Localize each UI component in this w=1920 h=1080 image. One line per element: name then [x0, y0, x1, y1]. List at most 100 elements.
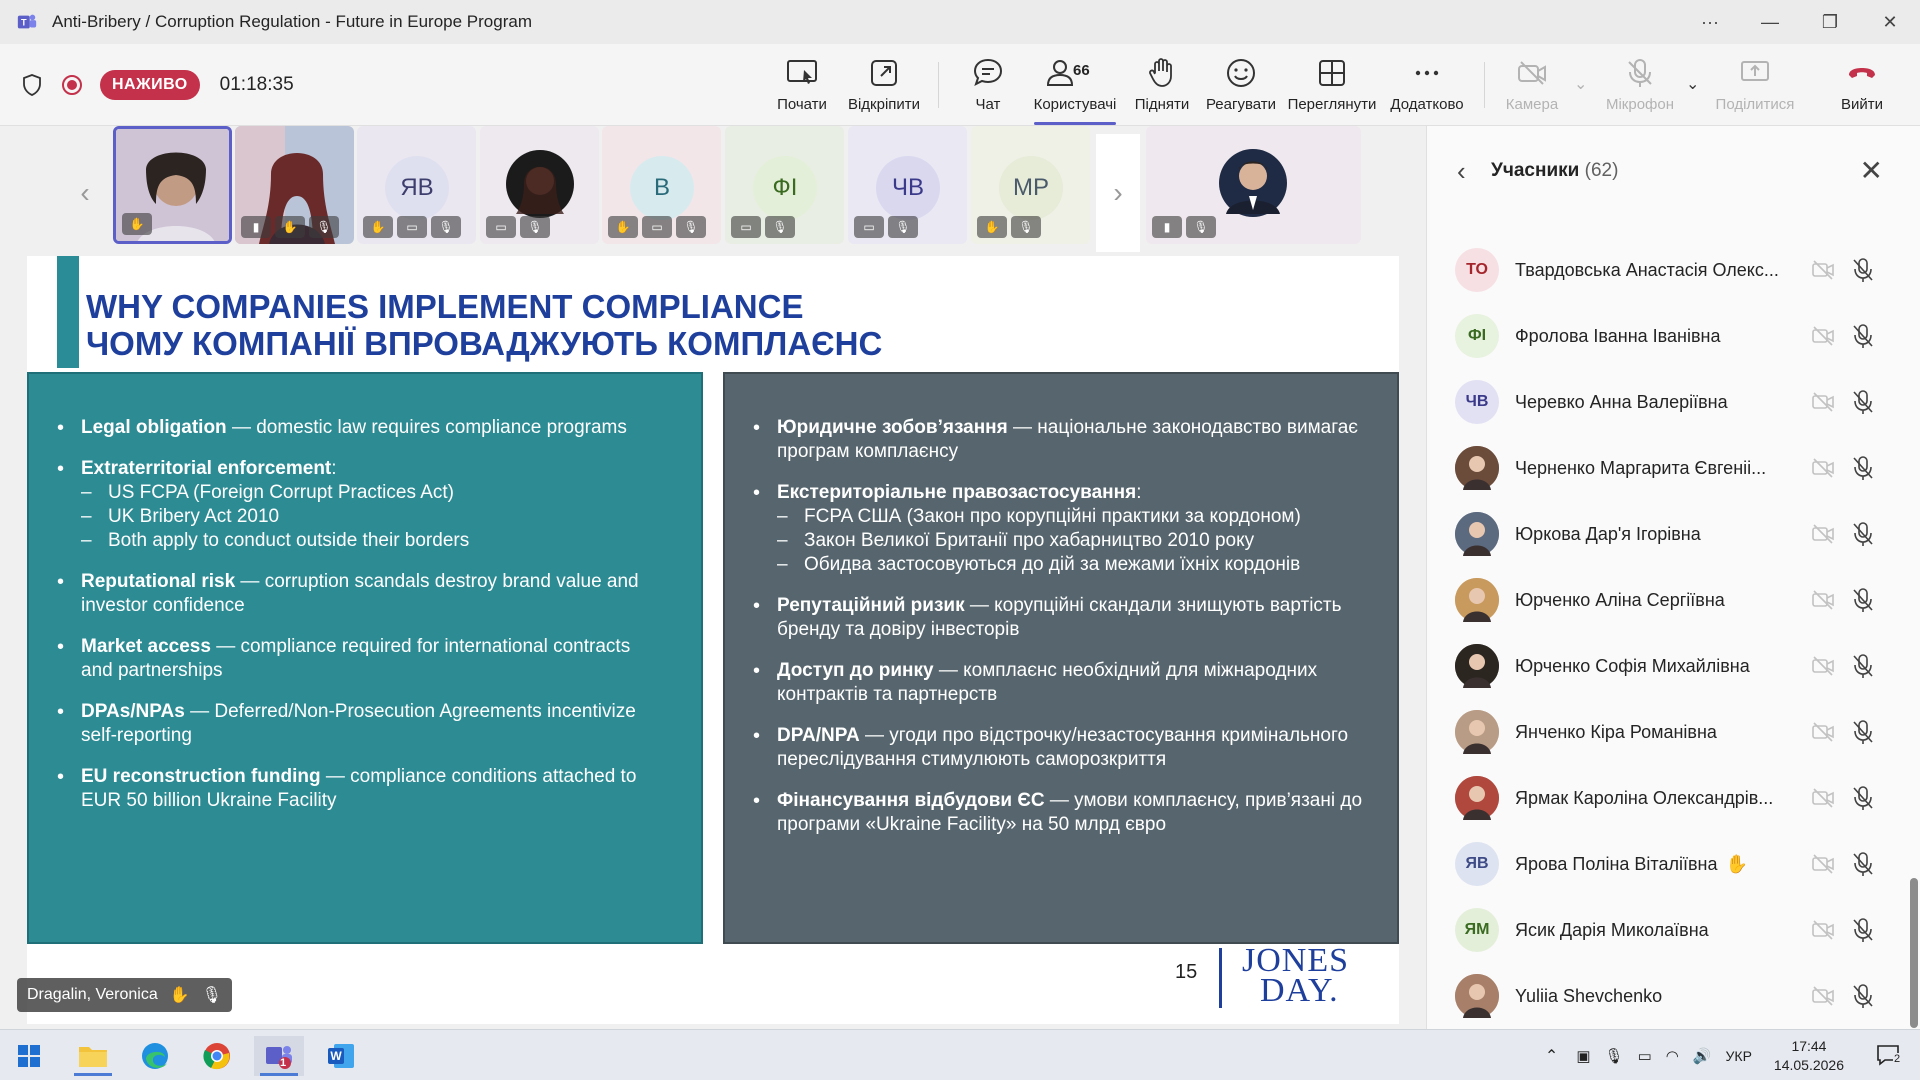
- participant-name: Ясик Дарія Миколаївна: [1515, 919, 1709, 940]
- avatar: ТО: [1455, 248, 1499, 292]
- video-thumbnail[interactable]: ▭ 🎙: [480, 126, 599, 244]
- chat-button[interactable]: Чат: [938, 56, 1038, 113]
- participant-row[interactable]: Юркова Дар'я Ігорівна: [1427, 501, 1907, 567]
- mic-tray-icon[interactable]: 🎙: [1605, 1047, 1624, 1065]
- shield-icon[interactable]: [20, 73, 44, 97]
- mic-off-icon[interactable]: [1851, 389, 1875, 415]
- word-button[interactable]: W: [316, 1036, 366, 1076]
- mic-options-chevron-icon[interactable]: ⌄: [1686, 74, 1699, 94]
- more-button[interactable]: Додатково: [1377, 56, 1477, 113]
- mic-off-icon[interactable]: [1851, 917, 1875, 943]
- hand-icon: ✋: [363, 216, 393, 238]
- present-icon: [787, 60, 817, 84]
- mic-off-icon[interactable]: [1851, 455, 1875, 481]
- edge-icon: [142, 1043, 168, 1069]
- participant-row[interactable]: ЯВ Ярова Поліна Віталіївна ✋: [1427, 831, 1907, 897]
- slide-panel-ukrainian: Юридичне зобов’язання — національне зако…: [723, 372, 1399, 944]
- wifi-icon[interactable]: ◠: [1666, 1047, 1679, 1065]
- mic-off-icon[interactable]: [1851, 719, 1875, 745]
- participant-row[interactable]: Янченко Кіра Романівна: [1427, 699, 1907, 765]
- participants-panel: ‹ Учасники (62) ✕ ТО Твардовська Анастасі…: [1426, 126, 1920, 1029]
- thumb-prev-button[interactable]: ‹: [63, 134, 107, 252]
- battery-icon[interactable]: ▭: [1638, 1047, 1652, 1065]
- mic-off-icon[interactable]: [1851, 983, 1875, 1009]
- participant-row[interactable]: ТО Твардовська Анастасія Олекс...: [1427, 237, 1907, 303]
- hand-icon: ✋: [977, 216, 1007, 238]
- video-thumbnail[interactable]: ЯВ ✋ ▭ 🎙: [357, 126, 476, 244]
- mic-off-icon[interactable]: [1851, 323, 1875, 349]
- video-thumbnail[interactable]: В ✋ ▭ 🎙: [602, 126, 721, 244]
- participant-row[interactable]: Юрченко Софія Михайлівна: [1427, 633, 1907, 699]
- slide-sub-bullet: Закон Великої Британії про хабарництво 2…: [777, 529, 1363, 553]
- video-thumbnail[interactable]: МР ✋ 🎙: [971, 126, 1090, 244]
- start-menu-button[interactable]: [4, 1036, 54, 1076]
- mic-off-icon: 🎙: [1186, 216, 1216, 238]
- close-window-button[interactable]: ✕: [1860, 12, 1920, 33]
- participant-name: Твардовська Анастасія Олекс...: [1515, 259, 1779, 280]
- camera-off-icon: [1812, 788, 1834, 808]
- file-explorer-button[interactable]: [68, 1036, 118, 1076]
- mic-off-icon[interactable]: [1851, 521, 1875, 547]
- restore-button[interactable]: ❐: [1800, 12, 1860, 33]
- recording-icon[interactable]: [60, 73, 84, 97]
- participant-row[interactable]: Черненко Маргарита Євгеніі...: [1427, 435, 1907, 501]
- microphone-button[interactable]: Мікрофон: [1590, 56, 1690, 113]
- participant-name: Фролова Іванна Іванівна: [1515, 325, 1721, 346]
- mic-off-icon[interactable]: [1851, 851, 1875, 877]
- speaker-name: Dragalin, Veronica: [27, 986, 158, 1003]
- view-button[interactable]: Переглянути: [1282, 56, 1382, 113]
- participant-initials: МР: [999, 156, 1063, 220]
- close-panel-icon[interactable]: ✕: [1860, 154, 1883, 187]
- chrome-icon: [203, 1043, 230, 1070]
- minimize-button[interactable]: —: [1740, 12, 1800, 33]
- edge-browser-button[interactable]: [130, 1036, 180, 1076]
- participant-row[interactable]: Yuliia Shevchenko: [1427, 963, 1907, 1029]
- mic-off-icon[interactable]: [1851, 257, 1875, 283]
- clock[interactable]: 17:44 14.05.2026: [1774, 1037, 1844, 1075]
- participant-row[interactable]: ФІ Фролова Іванна Іванівна: [1427, 303, 1907, 369]
- meeting-stage: ‹ ✋ ▮ ✋ 🎙 ЯВ ✋ ▭ 🎙 ▭ 🎙 В ✋ ▭ 🎙 ФІ ▭ 🎙 ЧВ…: [0, 126, 1426, 1029]
- mic-off-icon[interactable]: [1851, 785, 1875, 811]
- teams-taskbar-button[interactable]: 1: [254, 1036, 304, 1076]
- volume-icon[interactable]: 🔊: [1693, 1047, 1712, 1065]
- tray-chevron-icon[interactable]: ⌃: [1545, 1046, 1558, 1066]
- mic-off-icon: 🎙: [1011, 216, 1041, 238]
- people-button[interactable]: 66 Користувачі: [1025, 56, 1125, 125]
- share-button[interactable]: Поділитися: [1705, 56, 1805, 113]
- meet-now-icon[interactable]: ▣: [1576, 1047, 1590, 1065]
- chrome-browser-button[interactable]: [192, 1036, 242, 1076]
- camera-button[interactable]: Камера: [1482, 56, 1582, 113]
- video-thumbnail[interactable]: ✋: [113, 126, 232, 244]
- leave-button[interactable]: Вийти: [1812, 56, 1912, 113]
- video-thumbnail[interactable]: ▮ ✋ 🎙: [235, 126, 354, 244]
- video-thumbnail[interactable]: ▮ 🎙: [1146, 126, 1361, 244]
- shared-slide: WHY COMPANIES IMPLEMENT COMPLIANCE ЧОМУ …: [27, 256, 1399, 1024]
- meeting-timer: 01:18:35: [219, 74, 294, 95]
- video-thumbnail[interactable]: ЧВ ▭ 🎙: [848, 126, 967, 244]
- react-button[interactable]: Реагувати: [1191, 56, 1291, 113]
- participant-row[interactable]: Юрченко Аліна Сергіївна: [1427, 567, 1907, 633]
- mic-off-icon: 🎙: [309, 216, 339, 238]
- mic-off-icon[interactable]: [1851, 653, 1875, 679]
- participant-row[interactable]: ЧВ Черевко Анна Валеріївна: [1427, 369, 1907, 435]
- participants-title: Учасники (62): [1491, 160, 1619, 181]
- camera-off-icon: [1812, 854, 1834, 874]
- back-chevron-icon[interactable]: ‹: [1457, 156, 1466, 187]
- video-thumbnail[interactable]: ФІ ▭ 🎙: [725, 126, 844, 244]
- language-indicator[interactable]: УКР: [1726, 1048, 1752, 1064]
- slide-bullet: Reputational risk — corruption scandals …: [57, 570, 667, 618]
- participant-row[interactable]: ЯМ Ясик Дарія Миколаївна: [1427, 897, 1907, 963]
- slide-page-number: 15: [1175, 961, 1198, 983]
- folder-icon: [79, 1047, 107, 1067]
- scrollbar[interactable]: [1910, 878, 1918, 1028]
- mic-off-icon[interactable]: [1851, 587, 1875, 613]
- popout-button[interactable]: Відкріпити: [834, 56, 934, 113]
- svg-text:W: W: [330, 1049, 342, 1063]
- more-options-icon[interactable]: ···: [1680, 12, 1740, 33]
- thumb-next-button[interactable]: ›: [1096, 134, 1140, 252]
- participant-row[interactable]: Ярмак Кароліна Олександрів...: [1427, 765, 1907, 831]
- slide-sub-bullet: Both apply to conduct outside their bord…: [81, 529, 667, 553]
- camera-off-icon: [1518, 61, 1546, 85]
- camera-options-chevron-icon[interactable]: ⌄: [1574, 74, 1587, 94]
- notifications-button[interactable]: 2: [1876, 1044, 1904, 1068]
